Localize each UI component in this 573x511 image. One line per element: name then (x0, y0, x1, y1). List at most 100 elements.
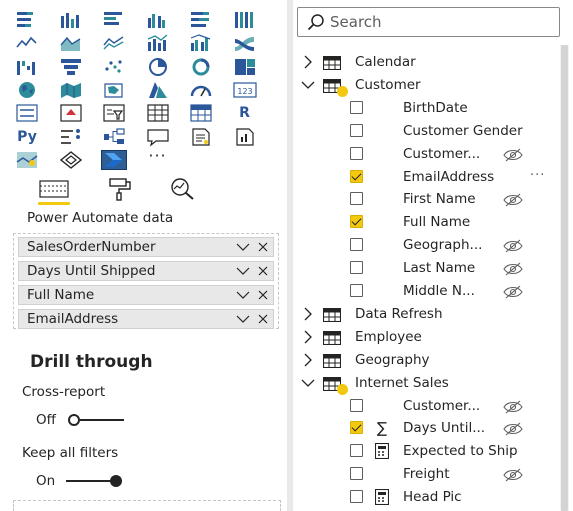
field-checkbox[interactable] (350, 238, 363, 252)
table-internet-sales[interactable]: Internet Sales (293, 372, 555, 395)
field-checkbox[interactable] (350, 490, 363, 504)
chevron-down-icon[interactable] (233, 286, 253, 304)
field-row[interactable]: First Name (293, 188, 555, 210)
well-item-full-name[interactable]: Full Name (18, 285, 274, 305)
field-checkbox[interactable] (350, 444, 363, 458)
shape-map-icon[interactable] (101, 80, 127, 100)
field-checkbox[interactable] (350, 398, 363, 412)
field-row[interactable]: Head Pic (293, 486, 555, 508)
stacked-bar-chart-icon[interactable] (14, 10, 40, 30)
field-row[interactable]: BirthDate (293, 97, 555, 119)
smart-narrative-icon[interactable] (188, 127, 214, 147)
field-checkbox[interactable] (350, 421, 363, 435)
chevron-right-icon[interactable] (301, 54, 315, 70)
paginated-report-icon[interactable] (232, 127, 258, 147)
line-chart-icon[interactable] (14, 33, 40, 53)
table-geography[interactable]: Geography (293, 349, 555, 371)
table-employee[interactable]: Employee (293, 326, 555, 348)
chevron-down-icon[interactable] (301, 77, 315, 93)
cross-report-toggle[interactable] (68, 413, 128, 427)
remove-icon[interactable] (253, 310, 273, 328)
table-customer[interactable]: Customer (293, 74, 555, 97)
scrollbar-thumb[interactable] (561, 45, 568, 511)
arcgis-map-icon[interactable] (14, 150, 40, 170)
scatter-chart-icon[interactable] (101, 57, 127, 77)
field-checkbox[interactable] (350, 100, 363, 114)
power-automate-icon[interactable] (101, 149, 127, 170)
kpi-icon[interactable] (58, 103, 84, 123)
field-checkbox[interactable] (350, 215, 363, 229)
field-checkbox[interactable] (350, 146, 363, 160)
drill-through-fields-well[interactable] (13, 500, 281, 511)
table-icon[interactable] (145, 103, 171, 123)
gauge-icon[interactable] (188, 80, 214, 100)
clustered-bar-chart-icon[interactable] (101, 10, 127, 30)
more-options-icon[interactable]: ··· (530, 168, 545, 183)
100-percent-stacked-bar-chart-icon[interactable] (188, 10, 214, 30)
chevron-down-icon[interactable] (233, 262, 253, 280)
field-row[interactable]: Expected to Ship (293, 440, 555, 462)
line-and-clustered-column-chart-icon[interactable] (188, 33, 214, 53)
slicer-icon[interactable] (101, 103, 127, 123)
field-row[interactable]: ∑ Days Until... (293, 417, 555, 439)
field-row[interactable]: Full Name (293, 211, 555, 233)
funnel-chart-icon[interactable] (58, 57, 84, 77)
chevron-right-icon[interactable] (301, 329, 315, 345)
qa-icon[interactable] (145, 127, 171, 147)
table-data-refresh[interactable]: Data Refresh (293, 303, 555, 325)
keep-filters-toggle[interactable] (66, 474, 126, 488)
filled-map-icon[interactable] (58, 80, 84, 100)
field-checkbox[interactable] (350, 169, 363, 183)
field-checkbox[interactable] (350, 123, 363, 137)
chevron-right-icon[interactable] (301, 306, 315, 322)
map-icon[interactable] (14, 80, 40, 100)
scrollbar[interactable] (560, 45, 569, 511)
field-checkbox[interactable] (350, 467, 363, 481)
field-row[interactable]: Customer... (293, 143, 555, 165)
waterfall-chart-icon[interactable] (14, 57, 40, 77)
power-apps-icon[interactable] (58, 150, 84, 170)
azure-map-icon[interactable] (145, 80, 171, 100)
area-chart-icon[interactable] (58, 33, 84, 53)
field-checkbox[interactable] (350, 284, 363, 297)
matrix-icon[interactable] (188, 103, 214, 123)
ribbon-chart-icon[interactable] (232, 33, 258, 53)
field-row[interactable]: Customer... (293, 395, 555, 417)
field-checkbox[interactable] (350, 192, 363, 206)
chevron-down-icon[interactable] (233, 238, 253, 256)
treemap-icon[interactable] (232, 57, 258, 77)
python-visual-icon[interactable]: Py (14, 127, 40, 147)
field-row[interactable]: Middle N... (293, 280, 555, 302)
remove-icon[interactable] (253, 238, 273, 256)
donut-chart-icon[interactable] (188, 57, 214, 77)
fields-tab[interactable] (36, 174, 72, 205)
well-item-emailaddress[interactable]: EmailAddress (18, 309, 274, 329)
decomposition-tree-icon[interactable] (101, 127, 127, 147)
multi-row-card-icon[interactable] (14, 103, 40, 123)
chevron-right-icon[interactable] (301, 352, 315, 368)
table-calendar[interactable]: Calendar (293, 51, 555, 73)
chevron-down-icon[interactable] (301, 375, 315, 391)
field-row[interactable]: Customer Gender (293, 120, 555, 142)
format-tab[interactable] (102, 174, 138, 204)
100-percent-stacked-column-chart-icon[interactable] (232, 10, 258, 30)
stacked-area-chart-icon[interactable] (101, 33, 127, 53)
line-and-stacked-column-chart-icon[interactable] (145, 33, 171, 53)
well-item-salesordernumber[interactable]: SalesOrderNumber (18, 237, 274, 257)
field-row[interactable]: EmailAddress ··· (293, 166, 555, 188)
r-script-visual-icon[interactable]: R (232, 103, 258, 123)
clustered-column-chart-icon[interactable] (145, 10, 171, 30)
well-item-days-until-shipped[interactable]: Days Until Shipped (18, 261, 274, 281)
chevron-down-icon[interactable] (233, 310, 253, 328)
field-row[interactable]: Freight (293, 463, 555, 485)
stacked-column-chart-icon[interactable] (58, 10, 84, 30)
analytics-tab[interactable] (164, 174, 200, 204)
card-icon[interactable]: 123 (232, 80, 258, 100)
field-row[interactable]: Last Name (293, 257, 555, 279)
field-row[interactable]: Geograph... (293, 234, 555, 256)
more-visuals-icon[interactable]: ··· (145, 146, 171, 170)
pie-chart-icon[interactable] (145, 57, 171, 77)
remove-icon[interactable] (253, 262, 273, 280)
search-input[interactable] (330, 13, 530, 31)
remove-icon[interactable] (253, 286, 273, 304)
